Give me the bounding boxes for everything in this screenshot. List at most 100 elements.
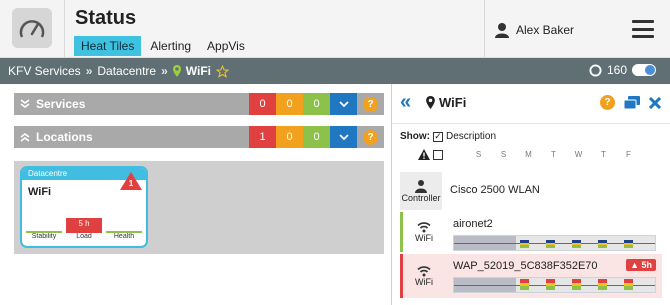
- services-orange-count[interactable]: 0: [276, 93, 303, 115]
- metric-label: Load: [76, 233, 92, 240]
- timeline-segment: [624, 240, 633, 249]
- user-icon: [495, 23, 509, 38]
- panel-header: « WiFi ?: [392, 84, 670, 124]
- services-expand-button[interactable]: [330, 93, 357, 115]
- locations-section-header[interactable]: Locations 1 0 0 ?: [14, 126, 384, 148]
- device-type: Controller: [400, 172, 442, 210]
- metric-label: Health: [113, 233, 135, 240]
- view-tabs: Heat Tiles Alerting AppVis: [74, 36, 252, 56]
- day-label: S: [475, 150, 482, 159]
- timeline-header: S S M T W T F: [418, 149, 641, 160]
- services-title: Services: [14, 97, 249, 111]
- metric-load-value: 5 h: [66, 218, 102, 233]
- status-sections: Services 0 0 0 ? Locations 1 0 0 ? Datac…: [0, 84, 390, 305]
- locations-help-button[interactable]: ?: [357, 126, 384, 148]
- timeline-segment: [520, 279, 529, 291]
- auto-refresh-toggle[interactable]: [632, 64, 656, 76]
- breadcrumb-item-kfv-services[interactable]: KFV Services: [8, 64, 81, 78]
- breadcrumb-separator: »: [85, 64, 93, 78]
- description-label: Description: [446, 131, 497, 142]
- tab-alerting[interactable]: Alerting: [143, 36, 198, 56]
- breadcrumb-current: WiFi: [185, 64, 211, 78]
- device-row-wap[interactable]: WiFi WAP_52019_5C838F352E70 ▲ 5h: [400, 254, 662, 298]
- tile-alert-count: 1: [128, 179, 134, 188]
- metric-load: 5 h Load: [66, 214, 102, 240]
- services-label: Services: [36, 97, 86, 111]
- day-label: S: [500, 150, 507, 159]
- warning-filter-checkbox[interactable]: [433, 149, 443, 160]
- auto-refresh: 160: [589, 63, 656, 77]
- alert-duration: 5h: [641, 260, 652, 270]
- speedometer-icon[interactable]: [12, 8, 52, 48]
- collapse-panel-icon[interactable]: «: [400, 92, 411, 112]
- page-title: Status: [75, 7, 137, 29]
- services-red-count[interactable]: 0: [249, 93, 276, 115]
- location-pin-icon: [172, 65, 181, 77]
- description-checkbox[interactable]: ✓: [433, 131, 443, 142]
- availability-timeline: [453, 277, 656, 293]
- day-label: M: [525, 150, 532, 159]
- timeline-segment: [598, 279, 607, 291]
- help-icon: ?: [363, 96, 378, 112]
- show-label: Show:: [400, 131, 430, 142]
- device-body: WAP_52019_5C838F352E70 ▲ 5h: [445, 254, 662, 298]
- star-icon[interactable]: [215, 64, 229, 78]
- controller-icon: [415, 180, 427, 193]
- locations-red-count[interactable]: 1: [249, 126, 276, 148]
- user-menu[interactable]: Alex Baker: [494, 22, 574, 38]
- tab-heat-tiles[interactable]: Heat Tiles: [74, 36, 142, 56]
- breadcrumb-item-datacentre[interactable]: Datacentre: [97, 64, 156, 78]
- tab-appvis[interactable]: AppVis: [200, 36, 252, 56]
- user-name: Alex Baker: [516, 23, 575, 37]
- refresh-timer-icon: [589, 63, 602, 77]
- popout-window-icon[interactable]: [624, 96, 640, 109]
- metric-baseline: [106, 231, 142, 233]
- breadcrumb: KFV Services » Datacentre » WiFi: [8, 64, 229, 78]
- wifi-icon: [417, 222, 431, 233]
- day-label: F: [626, 150, 631, 159]
- device-type-label: Controller: [401, 193, 441, 203]
- device-type-label: WiFi: [415, 233, 433, 243]
- close-icon[interactable]: [649, 96, 661, 109]
- metric-bar: [106, 214, 142, 233]
- divider: [64, 0, 65, 58]
- panel-title-text: WiFi: [439, 95, 467, 110]
- services-help-button[interactable]: ?: [357, 93, 384, 115]
- breadcrumb-bar: KFV Services » Datacentre » WiFi 160: [0, 58, 670, 84]
- location-pin-icon: [426, 96, 435, 109]
- chevron-down-icon: [338, 100, 349, 107]
- refresh-value: 160: [606, 63, 627, 77]
- metric-bar: [26, 214, 62, 233]
- metric-health: Health: [106, 214, 142, 240]
- panel-title: WiFi: [426, 95, 466, 110]
- device-type: WiFi: [403, 212, 445, 252]
- services-section-header[interactable]: Services 0 0 0 ?: [14, 93, 384, 115]
- double-chevron-down-icon: [20, 99, 30, 108]
- metric-baseline: [26, 231, 62, 233]
- alert-duration-badge: ▲ 5h: [626, 259, 656, 271]
- timeline-segment: [546, 240, 555, 249]
- device-body: Cisco 2500 WLAN: [442, 172, 662, 210]
- metric-stability: Stability: [26, 214, 62, 240]
- timeline-segment: [546, 279, 555, 291]
- metric-bar: 5 h: [66, 214, 102, 233]
- help-icon[interactable]: ?: [600, 95, 615, 110]
- locations-expand-button[interactable]: [330, 126, 357, 148]
- locations-green-count[interactable]: 0: [303, 126, 330, 148]
- day-label: W: [574, 150, 583, 159]
- hamburger-menu-icon[interactable]: [632, 20, 654, 38]
- device-name: Cisco 2500 WLAN: [450, 184, 540, 196]
- device-row-controller[interactable]: Controller Cisco 2500 WLAN: [400, 172, 662, 210]
- heat-tile-wifi[interactable]: Datacentre WiFi 1 Stability 5 h Load Hea…: [20, 166, 148, 248]
- double-chevron-up-icon: [20, 133, 30, 142]
- locations-orange-count[interactable]: 0: [276, 126, 303, 148]
- device-type-label: WiFi: [415, 277, 433, 287]
- metric-label: Stability: [31, 233, 57, 240]
- device-row-aironet2[interactable]: WiFi aironet2: [400, 212, 662, 252]
- availability-timeline: [453, 235, 656, 251]
- day-label: T: [551, 150, 556, 159]
- day-labels: S S M T W T F: [466, 150, 641, 159]
- device-name: aironet2: [453, 218, 493, 230]
- day-label: T: [601, 150, 606, 159]
- services-green-count[interactable]: 0: [303, 93, 330, 115]
